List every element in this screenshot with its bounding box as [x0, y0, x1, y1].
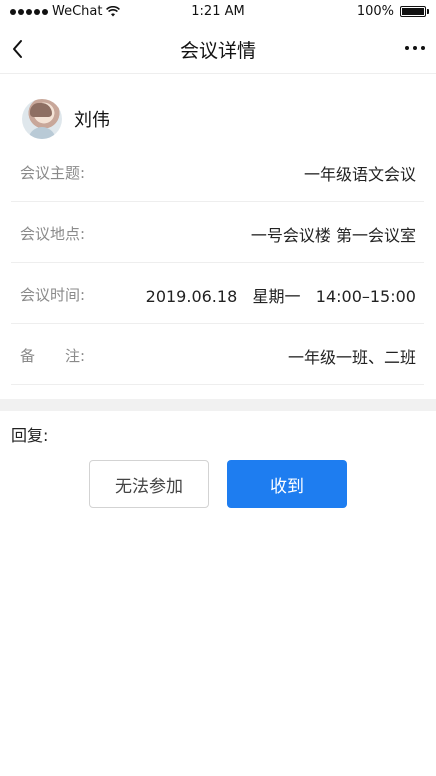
more-dots-icon: [405, 46, 409, 50]
detail-row-location: 会议地点: 一号会议楼 第一会议室: [11, 203, 424, 263]
detail-value: 一号会议楼 第一会议室: [250, 226, 416, 245]
detail-label: 会议时间:: [20, 286, 86, 304]
organizer-name: 刘伟: [74, 110, 110, 131]
page-title: 会议详情: [179, 40, 256, 62]
detail-value: 一年级语文会议: [303, 165, 416, 184]
detail-row-topic: 会议主题: 一年级语文会议: [11, 142, 424, 202]
more-button[interactable]: [402, 38, 428, 58]
detail-row-notes: 备 注: 一年级一班、二班: [11, 325, 424, 385]
detail-label: 会议地点:: [20, 225, 86, 243]
avatar: [22, 99, 62, 139]
decline-button[interactable]: 无法参加: [89, 460, 209, 508]
detail-label: 会议主题:: [20, 164, 86, 182]
status-right: 100%: [356, 4, 429, 19]
section-divider: [0, 399, 436, 411]
detail-value: 一年级一班、二班: [287, 348, 416, 367]
detail-row-time: 会议时间: 2019.06.18 星期一 14:00–15:00: [11, 264, 424, 324]
reply-label: 回复:: [11, 426, 49, 445]
battery-percent: 100%: [356, 4, 394, 19]
detail-value: 2019.06.18 星期一 14:00–15:00: [145, 287, 416, 306]
detail-label: 备 注:: [20, 347, 86, 365]
accept-button[interactable]: 收到: [227, 460, 347, 508]
battery-icon: [400, 6, 429, 17]
organizer: 刘伟: [22, 98, 110, 140]
nav-bar: 会议详情: [0, 24, 436, 74]
status-bar: WeChat 1:21 AM 100%: [0, 0, 436, 24]
